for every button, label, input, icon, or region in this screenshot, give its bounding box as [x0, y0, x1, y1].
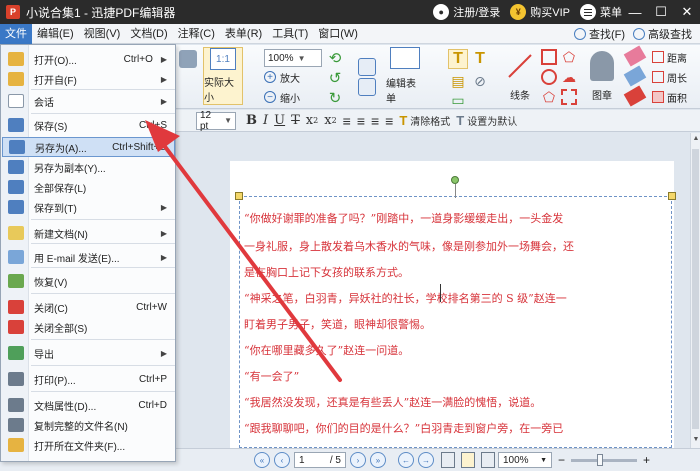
annotation-arrow-shaft — [158, 138, 342, 382]
annotation-arrow-head — [145, 120, 180, 152]
annotation-arrow — [145, 120, 342, 382]
